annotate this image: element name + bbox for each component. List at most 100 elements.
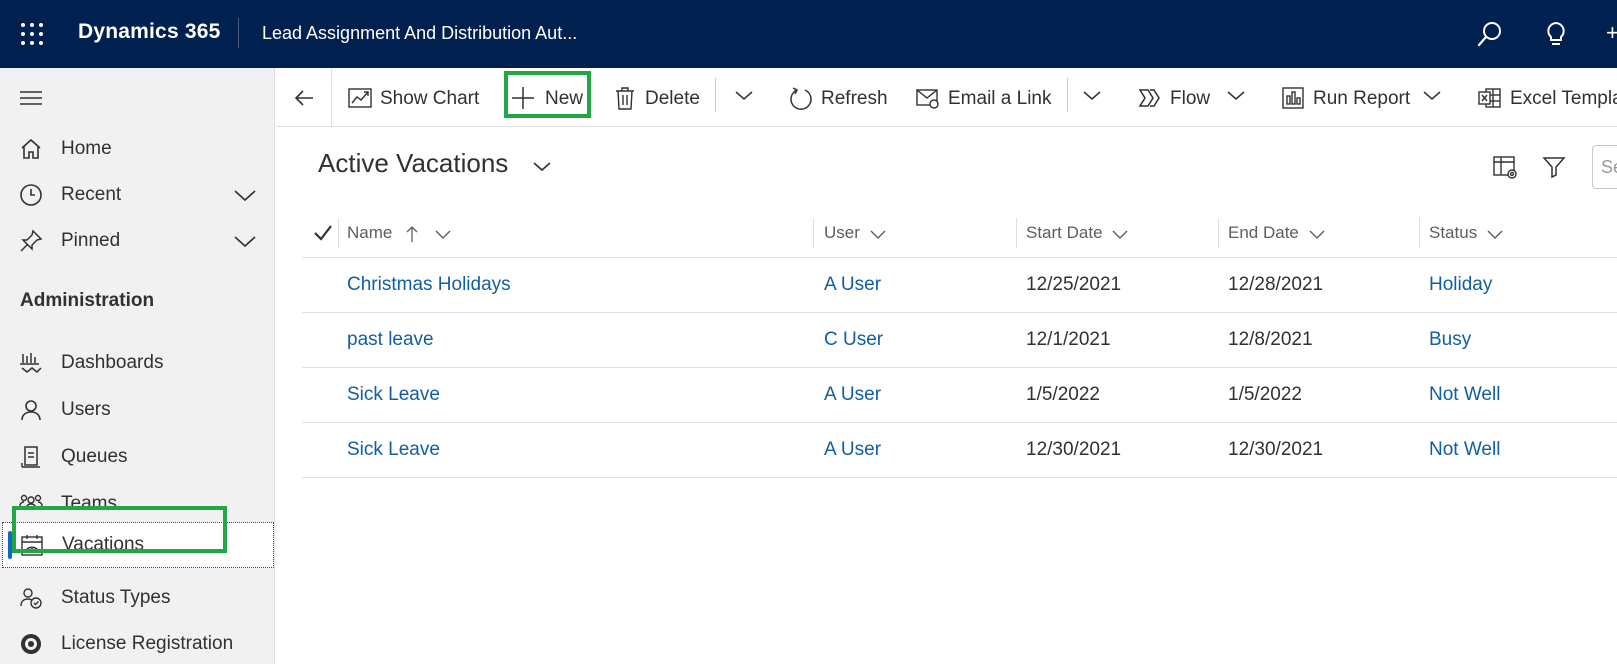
app-name[interactable]: Lead Assignment And Distribution Aut... <box>262 23 577 44</box>
table-row[interactable]: Sick Leave A User 1/5/2022 1/5/2022 Not … <box>302 368 1617 423</box>
delete-button[interactable]: Delete <box>613 81 713 115</box>
cell-name-link[interactable]: Sick Leave <box>347 439 440 461</box>
refresh-button[interactable]: Refresh <box>789 81 889 115</box>
sidebar-item-license-registration[interactable]: License Registration <box>0 622 275 664</box>
sidebar-item-label: Home <box>61 138 112 159</box>
teams-icon <box>19 492 43 516</box>
sidebar-item-dashboards[interactable]: Dashboards <box>0 341 275 385</box>
chevron-down-icon <box>1309 230 1325 239</box>
chevron-down-icon[interactable] <box>531 156 553 176</box>
sidebar-item-label: Pinned <box>61 230 121 251</box>
excel-icon <box>1478 86 1502 110</box>
table-row[interactable]: past leave C User 12/1/2021 12/8/2021 Bu… <box>302 313 1617 368</box>
back-arrow-icon <box>294 90 313 106</box>
sidebar-item-recent[interactable]: Recent <box>0 173 275 217</box>
clock-icon <box>19 183 43 207</box>
grid-header: Name User Start Date End Date Status <box>302 210 1617 258</box>
chevron-down-icon[interactable] <box>233 185 257 205</box>
brand-title[interactable]: Dynamics 365 <box>78 20 221 44</box>
run-report-button[interactable]: Run Report <box>1281 81 1411 115</box>
chevron-down-icon <box>435 230 451 239</box>
cell-name-link[interactable]: Sick Leave <box>347 384 440 406</box>
sidebar-item-label: License Registration <box>61 633 234 654</box>
column-divider <box>338 218 339 248</box>
dashboard-icon <box>19 351 43 375</box>
email-link-icon <box>916 86 940 110</box>
column-header-label: User <box>824 223 860 242</box>
show-chart-button[interactable]: Show Chart <box>348 81 488 115</box>
search-icon[interactable] <box>1476 20 1504 48</box>
flow-button[interactable]: Flow <box>1138 81 1218 115</box>
sidebar-item-users[interactable]: Users <box>0 388 275 432</box>
column-header-label: Name <box>347 223 393 242</box>
sidebar-item-label: Dashboards <box>61 352 164 373</box>
table-row[interactable]: Sick Leave A User 12/30/2021 12/30/2021 … <box>302 423 1617 478</box>
email-link-button[interactable]: Email a Link <box>916 81 1056 115</box>
search-placeholder: Se <box>1601 157 1617 177</box>
select-all-checkbox[interactable] <box>312 222 334 244</box>
chevron-down-icon[interactable] <box>1080 84 1104 108</box>
cell-name-link[interactable]: Christmas Holidays <box>347 274 511 296</box>
chevron-down-icon[interactable] <box>1224 84 1248 108</box>
sidebar-item-pinned[interactable]: Pinned <box>0 219 275 263</box>
cell-user-link[interactable]: C User <box>824 329 883 351</box>
edit-columns-icon[interactable] <box>1492 154 1518 180</box>
cell-end-date: 12/28/2021 <box>1228 274 1324 295</box>
add-icon[interactable]: + <box>1606 20 1617 46</box>
sidebar-item-vacations[interactable]: Vacations <box>2 522 274 568</box>
column-header-status[interactable]: Status <box>1429 223 1504 243</box>
chart-icon <box>348 86 372 110</box>
delete-label: Delete <box>645 88 700 109</box>
back-button[interactable] <box>276 68 332 127</box>
sidebar-item-status-types[interactable]: Status Types <box>0 576 275 620</box>
refresh-label: Refresh <box>821 88 888 109</box>
column-divider <box>813 218 814 248</box>
table-row[interactable]: Christmas Holidays A User 12/25/2021 12/… <box>302 258 1617 313</box>
cell-status-link[interactable]: Not Well <box>1429 439 1500 461</box>
selected-indicator <box>8 531 12 559</box>
cell-status-link[interactable]: Holiday <box>1429 274 1492 296</box>
plus-icon <box>511 86 535 110</box>
column-header-label: Start Date <box>1026 223 1103 242</box>
column-header-name[interactable]: Name <box>347 223 452 243</box>
cell-start-date: 12/25/2021 <box>1026 274 1122 295</box>
chevron-down-icon <box>870 230 886 239</box>
new-label: New <box>545 88 584 109</box>
app-launcher-icon[interactable] <box>20 22 44 46</box>
sidebar-item-label: Recent <box>61 184 122 205</box>
excel-templates-label: Excel Templa <box>1510 88 1617 109</box>
column-divider <box>1218 218 1219 248</box>
command-divider <box>1067 78 1068 112</box>
cell-name-link[interactable]: past leave <box>347 329 434 351</box>
user-icon <box>19 398 43 422</box>
cell-user-link[interactable]: A User <box>824 439 881 461</box>
chevron-down-icon[interactable] <box>1420 84 1444 108</box>
column-divider <box>1016 218 1017 248</box>
search-input[interactable]: Se <box>1592 145 1617 189</box>
column-header-end-date[interactable]: End Date <box>1228 223 1326 243</box>
sidebar-item-label: Queues <box>61 446 128 467</box>
column-header-start-date[interactable]: Start Date <box>1026 223 1129 243</box>
sidebar-item-queues[interactable]: Queues <box>0 435 275 479</box>
hamburger-menu-icon[interactable] <box>20 90 42 106</box>
lightbulb-icon[interactable] <box>1542 20 1570 48</box>
cell-status-link[interactable]: Not Well <box>1429 384 1500 406</box>
sidebar-item-teams[interactable]: Teams <box>0 482 275 526</box>
cell-end-date: 12/30/2021 <box>1228 439 1324 460</box>
column-header-user[interactable]: User <box>824 223 887 243</box>
sidebar-item-home[interactable]: Home <box>0 127 275 171</box>
chevron-down-icon[interactable] <box>732 84 756 108</box>
cell-user-link[interactable]: A User <box>824 384 881 406</box>
command-bar: Show Chart New Delete Refresh Email a Li… <box>276 68 1617 127</box>
excel-templates-button[interactable]: Excel Templa <box>1478 81 1617 115</box>
view-title[interactable]: Active Vacations <box>318 148 508 179</box>
chevron-down-icon[interactable] <box>233 231 257 251</box>
cell-status-link[interactable]: Busy <box>1429 329 1471 351</box>
license-icon <box>19 632 43 656</box>
report-icon <box>1281 86 1305 110</box>
run-report-label: Run Report <box>1313 88 1411 109</box>
new-button[interactable]: New <box>511 81 588 115</box>
filter-icon[interactable] <box>1541 154 1567 180</box>
cell-user-link[interactable]: A User <box>824 274 881 296</box>
cell-end-date: 1/5/2022 <box>1228 384 1302 405</box>
